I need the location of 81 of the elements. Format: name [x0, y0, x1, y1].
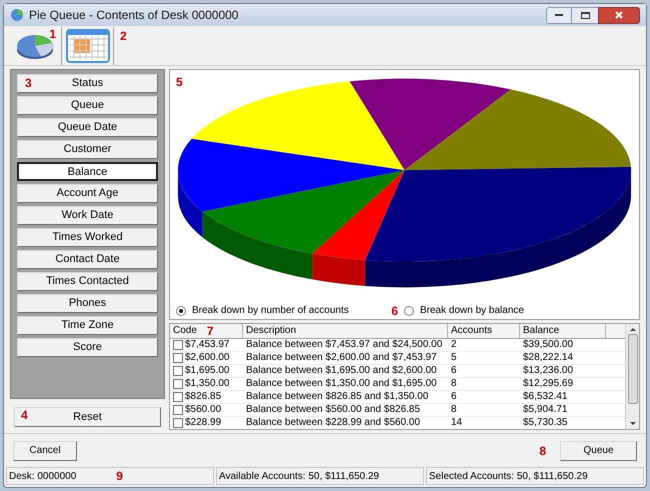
radio-label: Break down by number of accounts: [192, 304, 349, 318]
sort-button[interactable]: Contact Date: [17, 250, 158, 269]
cancel-button[interactable]: Cancel: [13, 440, 77, 460]
status-segment: Selected Accounts: 50, $111,650.29: [426, 467, 644, 485]
callout-number: 4: [21, 409, 28, 421]
sort-button[interactable]: Account Age: [17, 184, 158, 203]
table-cell: $5,730.35: [523, 416, 568, 429]
table-cell: $6,532.41: [523, 390, 568, 404]
sort-button[interactable]: Time Zone: [17, 316, 158, 335]
table-cell: $2,600.00: [185, 351, 230, 364]
scrollbar[interactable]: [625, 324, 639, 429]
callout-number: 1: [49, 28, 56, 40]
table-cell: Balance between $560.00 and $826.85: [246, 403, 420, 416]
table-cell: $1,695.00: [185, 364, 230, 378]
table-cell: $826.85: [185, 390, 222, 404]
row-checkbox[interactable]: [173, 352, 183, 363]
table-cell: Balance between $1,695.00 and $2,600.00: [246, 364, 437, 378]
sort-button[interactable]: Times Worked: [17, 228, 158, 247]
table-cell: $39,500.00: [523, 338, 574, 352]
row-checkbox[interactable]: [173, 340, 183, 350]
close-icon: [615, 11, 623, 19]
sort-button[interactable]: Balance: [17, 162, 158, 181]
row-checkbox[interactable]: [173, 366, 183, 376]
callout-number: 3: [25, 77, 32, 89]
callout-number: 9: [116, 470, 123, 482]
table-cell: Balance between $2,600.00 and $7,453.97: [246, 351, 437, 364]
table-cell: 6: [451, 364, 457, 378]
column-header[interactable]: Description: [243, 324, 448, 338]
radio-button[interactable]: [176, 306, 186, 316]
maximize-icon[interactable]: [572, 6, 598, 24]
callout-number: 6: [391, 304, 398, 316]
close-button[interactable]: [598, 6, 640, 24]
table-cell: 2: [451, 338, 457, 352]
table-cell: 8: [451, 403, 457, 416]
radio-label: Break down by balance: [420, 304, 524, 318]
column-header[interactable]: Balance: [520, 324, 606, 338]
table-cell: Balance between $826.85 and $1,350.00: [246, 390, 428, 404]
table-cell: $12,295.69: [523, 377, 574, 390]
app-icon: [10, 8, 24, 22]
row-checkbox[interactable]: [173, 392, 183, 402]
table-cell: 14: [451, 416, 462, 429]
column-header[interactable]: Accounts: [448, 324, 520, 338]
radio-button[interactable]: [404, 306, 414, 316]
table-cell: $28,222.14: [523, 351, 574, 364]
table-cell: 5: [451, 351, 457, 364]
table-cell: $560.00: [185, 403, 222, 416]
minimize-icon[interactable]: [546, 6, 572, 24]
table-cell: 8: [451, 377, 457, 390]
pie-chart-tab[interactable]: 1: [8, 26, 62, 64]
scroll-thumb[interactable]: [628, 334, 638, 404]
table-cell: $13,236.00: [523, 364, 574, 378]
sort-button[interactable]: Queue Date: [17, 118, 158, 137]
calendar-icon: [66, 28, 110, 62]
callout-number: 7: [206, 324, 214, 337]
table-cell: $5,904.71: [523, 403, 568, 416]
table-cell: 6: [451, 390, 457, 404]
table-cell: $7,453.97: [185, 338, 230, 352]
sort-button[interactable]: Phones: [17, 294, 158, 313]
sort-button[interactable]: Customer: [17, 140, 158, 159]
sort-button[interactable]: Score: [17, 338, 158, 357]
sort-button[interactable]: Queue: [17, 96, 158, 115]
sort-button[interactable]: Work Date: [17, 206, 158, 225]
callout-number: 5: [176, 76, 183, 88]
status-segment: Available Accounts: 50, $111,650.29: [216, 467, 424, 485]
table-cell: Balance between $1,350.00 and $1,695.00: [246, 377, 437, 390]
row-checkbox[interactable]: [173, 404, 183, 415]
callout-number: 2: [120, 30, 127, 42]
table-cell: $228.99: [185, 416, 222, 429]
table-cell: $1,350.00: [185, 377, 230, 390]
table-cell: Balance between $7,453.97 and $24,500.00: [246, 338, 442, 352]
scroll-down-icon[interactable]: [630, 422, 636, 425]
queue-button[interactable]: Queue: [560, 440, 637, 460]
window-title: Pie Queue - Contents of Desk 0000000: [29, 7, 240, 24]
row-checkbox[interactable]: [173, 378, 183, 389]
table-cell: Balance between $228.99 and $560.00: [246, 416, 420, 429]
column-header[interactable]: Code 7: [170, 324, 243, 338]
callout-number: 8: [539, 444, 546, 456]
status-segment: Desk: 0000000 9: [6, 467, 214, 485]
scroll-up-icon[interactable]: [630, 328, 636, 331]
sort-button[interactable]: Times Contacted: [17, 272, 158, 291]
row-checkbox[interactable]: [173, 418, 183, 428]
